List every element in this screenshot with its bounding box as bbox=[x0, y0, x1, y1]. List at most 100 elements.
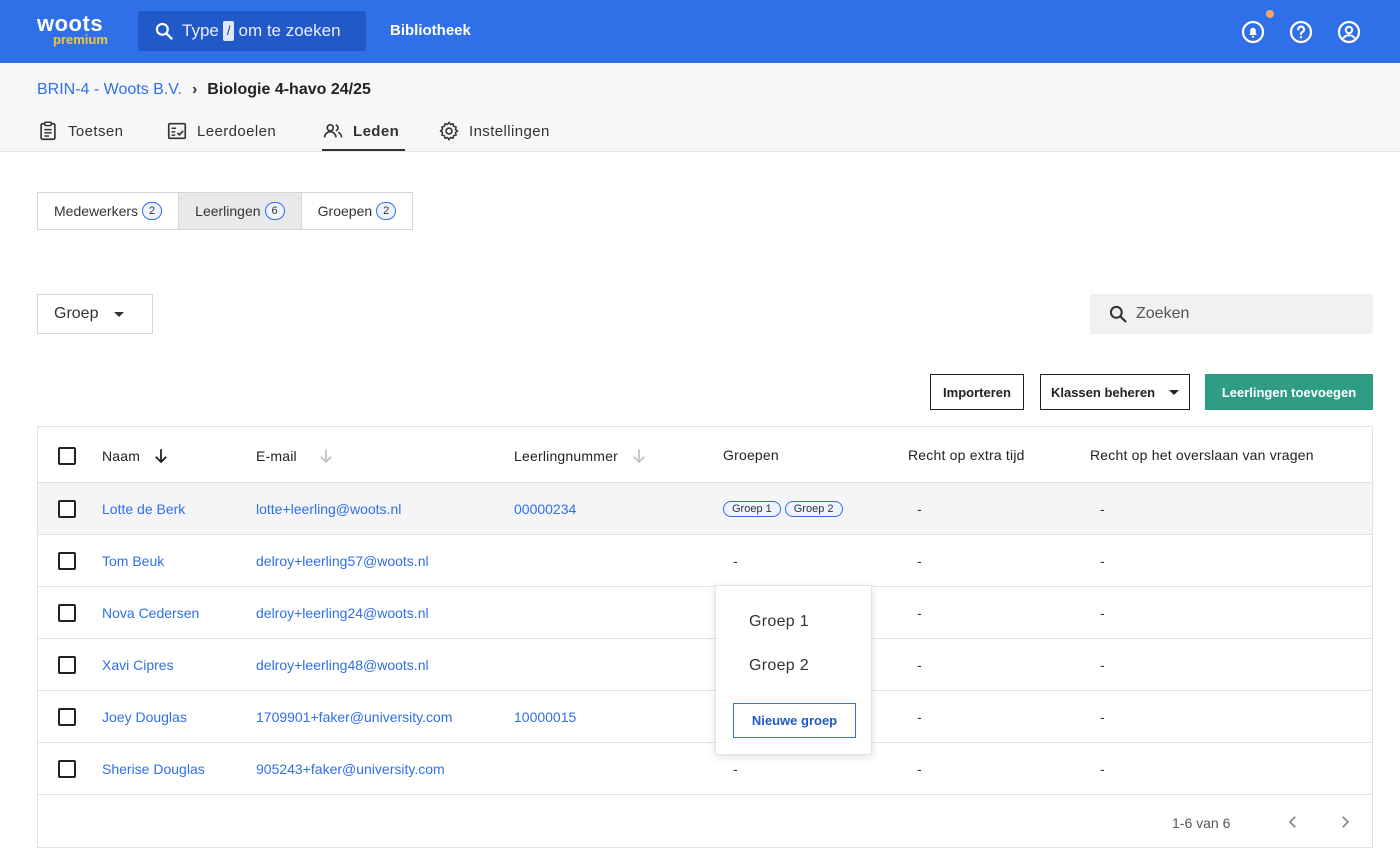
student-number[interactable]: 10000015 bbox=[514, 709, 576, 725]
woots-logo[interactable]: woots premium bbox=[37, 11, 117, 51]
search-suffix: om te zoeken bbox=[238, 21, 341, 40]
arrow-down-icon bbox=[633, 449, 645, 464]
search-icon bbox=[1109, 305, 1127, 323]
course-header: BRIN-4 - Woots B.V. › Biologie 4-havo 24… bbox=[0, 63, 1400, 152]
arrow-down-icon bbox=[155, 449, 168, 464]
tab-label: Instellingen bbox=[469, 122, 550, 140]
table-row[interactable]: Joey Douglas 1709901+faker@university.co… bbox=[38, 691, 1372, 743]
account-icon[interactable] bbox=[1337, 20, 1361, 44]
student-email-link[interactable]: delroy+leerling57@woots.nl bbox=[256, 553, 429, 569]
student-name-link[interactable]: Joey Douglas bbox=[102, 709, 187, 725]
column-header-leerlingnummer[interactable]: Leerlingnummer bbox=[514, 447, 648, 465]
segment-label: Leerlingen bbox=[195, 203, 261, 219]
breadcrumb-separator: › bbox=[191, 81, 198, 98]
column-label: Groepen bbox=[723, 447, 779, 463]
table-row[interactable]: Xavi Cipres delroy+leerling48@woots.nl -… bbox=[38, 639, 1372, 691]
student-name-link[interactable]: Lotte de Berk bbox=[102, 501, 185, 517]
student-email-link[interactable]: delroy+leerling48@woots.nl bbox=[256, 657, 429, 673]
shortcut-key: / bbox=[222, 21, 235, 41]
column-label: Leerlingnummer bbox=[514, 448, 618, 464]
checklist-icon bbox=[167, 122, 187, 140]
segment-medewerkers[interactable]: Medewerkers 2 bbox=[38, 193, 180, 229]
top-bar: woots premium Type / om te zoeken Biblio… bbox=[0, 0, 1400, 63]
caret-down-icon bbox=[1169, 389, 1180, 395]
column-header-overslaan: Recht op het overslaan van vragen bbox=[1090, 447, 1314, 463]
column-header-email[interactable]: E-mail bbox=[256, 447, 335, 465]
extra-time-value: - bbox=[917, 605, 922, 621]
manage-classes-label: Klassen beheren bbox=[1050, 384, 1156, 400]
row-checkbox[interactable] bbox=[58, 552, 76, 570]
search-icon bbox=[155, 22, 173, 40]
table-footer: 1-6 van 6 bbox=[38, 797, 1372, 847]
tab-instellingen[interactable]: Instellingen bbox=[438, 120, 550, 142]
column-header-naam[interactable]: Naam bbox=[102, 447, 170, 465]
groups-value[interactable]: - bbox=[733, 553, 738, 569]
chevron-right-icon[interactable] bbox=[1336, 813, 1354, 831]
row-checkbox[interactable] bbox=[58, 604, 76, 622]
segment-label: Medewerkers bbox=[54, 203, 139, 219]
table-header: Naam E-mail Leerlingnummer Groepen Recht… bbox=[38, 427, 1372, 483]
student-email-link[interactable]: lotte+leerling@woots.nl bbox=[256, 501, 401, 517]
select-all-checkbox[interactable] bbox=[58, 447, 76, 465]
segment-groepen[interactable]: Groepen 2 bbox=[301, 193, 413, 229]
member-type-switch: Medewerkers 2 Leerlingen 6 Groepen 2 bbox=[37, 192, 414, 230]
groups-value[interactable]: - bbox=[733, 761, 738, 777]
count-badge: 6 bbox=[264, 202, 285, 220]
column-label: Naam bbox=[102, 448, 141, 464]
skip-questions-value: - bbox=[1100, 605, 1105, 621]
skip-questions-value: - bbox=[1100, 709, 1105, 725]
table-row[interactable]: Tom Beuk delroy+leerling57@woots.nl - - … bbox=[38, 535, 1372, 587]
global-search[interactable]: Type / om te zoeken bbox=[138, 11, 366, 51]
pagination-range: 1-6 van 6 bbox=[1172, 815, 1231, 831]
extra-time-value: - bbox=[917, 501, 922, 517]
extra-time-value: - bbox=[917, 657, 922, 673]
student-name-link[interactable]: Xavi Cipres bbox=[102, 657, 174, 673]
add-students-button[interactable]: Leerlingen toevoegen bbox=[1205, 374, 1373, 410]
row-checkbox[interactable] bbox=[58, 656, 76, 674]
count-badge: 2 bbox=[376, 202, 397, 220]
table-row[interactable]: Nova Cedersen delroy+leerling24@woots.nl… bbox=[38, 587, 1372, 639]
student-name-link[interactable]: Nova Cedersen bbox=[102, 605, 199, 621]
student-email-link[interactable]: 905243+faker@university.com bbox=[256, 761, 445, 777]
chevron-left-icon[interactable] bbox=[1284, 813, 1302, 831]
manage-classes-dropdown[interactable]: Klassen beheren bbox=[1040, 374, 1190, 410]
import-button[interactable]: Importeren bbox=[930, 374, 1024, 410]
nav-library-link[interactable]: Bibliotheek bbox=[390, 22, 471, 39]
filter-label: Groep bbox=[54, 305, 99, 322]
popover-option-groep-1[interactable]: Groep 1 bbox=[749, 613, 809, 631]
row-checkbox[interactable] bbox=[58, 708, 76, 726]
student-number[interactable]: 00000234 bbox=[514, 501, 576, 517]
notification-dot bbox=[1266, 10, 1274, 18]
caret-down-icon bbox=[114, 311, 125, 317]
skip-questions-value: - bbox=[1100, 761, 1105, 777]
student-email-link[interactable]: 1709901+faker@university.com bbox=[256, 709, 452, 725]
table-row[interactable]: Sherise Douglas 905243+faker@university.… bbox=[38, 743, 1372, 795]
users-icon bbox=[323, 123, 343, 138]
extra-time-value: - bbox=[917, 709, 922, 725]
tab-leerdoelen[interactable]: Leerdoelen bbox=[166, 120, 276, 142]
notification-bell-icon[interactable] bbox=[1241, 20, 1265, 44]
clipboard-icon bbox=[40, 121, 56, 141]
table-row[interactable]: Lotte de Berk lotte+leerling@woots.nl 00… bbox=[38, 483, 1372, 535]
gear-icon bbox=[439, 121, 459, 141]
search-input[interactable]: Zoeken bbox=[1090, 294, 1373, 334]
column-label: Recht op het overslaan van vragen bbox=[1090, 447, 1314, 463]
group-filter-dropdown[interactable]: Groep bbox=[37, 294, 153, 334]
tab-leden[interactable]: Leden bbox=[322, 120, 399, 142]
page-title: Biologie 4-havo 24/25 bbox=[207, 81, 371, 98]
student-name-link[interactable]: Tom Beuk bbox=[102, 553, 164, 569]
student-name-link[interactable]: Sherise Douglas bbox=[102, 761, 205, 777]
row-checkbox[interactable] bbox=[58, 760, 76, 778]
active-tab-indicator bbox=[322, 149, 405, 151]
help-icon[interactable] bbox=[1289, 20, 1313, 44]
row-checkbox[interactable] bbox=[58, 500, 76, 518]
new-group-button[interactable]: Nieuwe groep bbox=[733, 703, 856, 738]
tab-toetsen[interactable]: Toetsen bbox=[37, 120, 123, 142]
popover-option-groep-2[interactable]: Groep 2 bbox=[749, 657, 809, 675]
segment-leerlingen[interactable]: Leerlingen 6 bbox=[179, 193, 302, 229]
skip-questions-value: - bbox=[1100, 501, 1105, 517]
breadcrumb-parent-link[interactable]: BRIN-4 - Woots B.V. bbox=[37, 81, 182, 99]
search-prefix: Type bbox=[182, 21, 219, 40]
student-email-link[interactable]: delroy+leerling24@woots.nl bbox=[256, 605, 429, 621]
group-pills[interactable]: Groep 1 Groep 2 bbox=[723, 499, 847, 517]
